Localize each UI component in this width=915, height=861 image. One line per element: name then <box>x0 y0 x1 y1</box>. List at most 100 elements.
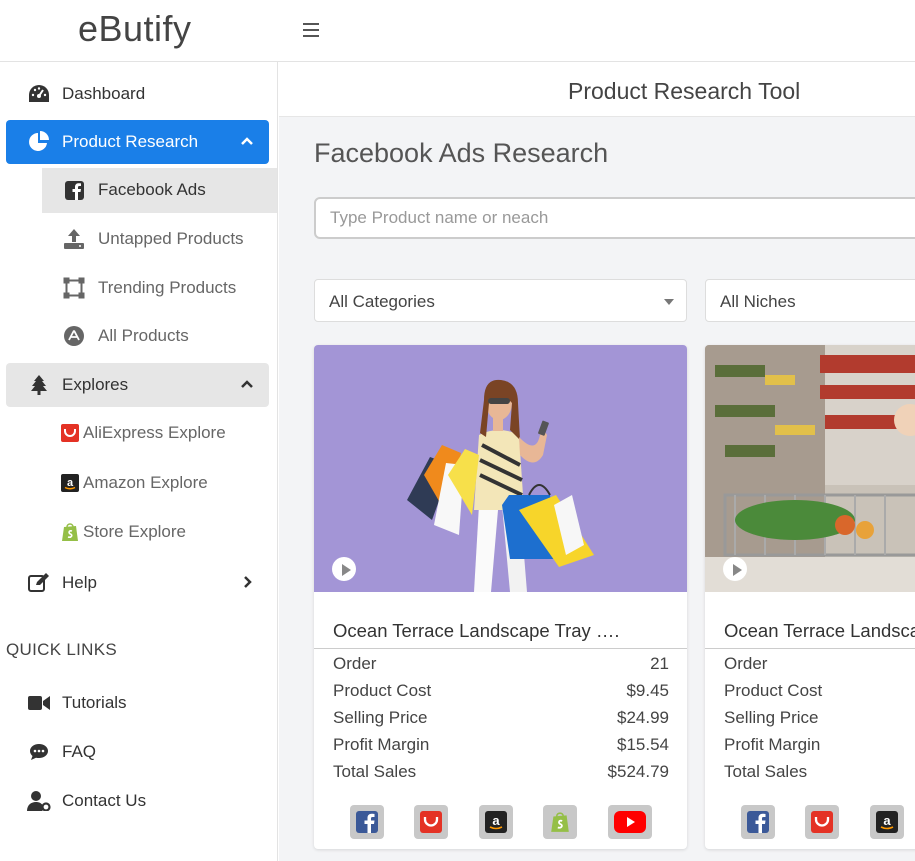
stat-row-order: Order <box>724 654 915 674</box>
stat-row-profit-margin: Profit Margin $15.54 <box>333 735 669 755</box>
stat-value: $24.99 <box>617 708 669 727</box>
divider <box>314 648 687 649</box>
aliexpress-link-icon[interactable] <box>805 805 839 839</box>
sidebar-item-explores[interactable]: Explores <box>6 363 269 407</box>
stat-label: Product Cost <box>724 681 823 700</box>
aliexpress-icon <box>59 422 81 444</box>
aliexpress-link-icon[interactable] <box>414 805 448 839</box>
stat-label: Total Sales <box>724 762 808 781</box>
stat-value: $524.79 <box>607 762 669 781</box>
sidebar-item-label: Untapped Products <box>98 229 244 248</box>
stat-row-profit-margin: Profit Margin <box>724 735 915 755</box>
source-links: a <box>705 805 915 841</box>
quick-links-heading: QUICK LINKS <box>6 640 117 659</box>
top-bar: eButify <box>0 0 915 62</box>
sidebar-item-amazon-explore[interactable]: a Amazon Explore <box>42 461 277 506</box>
edit-icon <box>27 571 51 595</box>
stat-row-selling-price: Selling Price <box>724 708 915 728</box>
divider <box>705 648 915 649</box>
stat-value: 21 <box>650 654 669 673</box>
quick-link-tutorials[interactable]: Tutorials <box>6 681 269 725</box>
sidebar: Dashboard Product Research Facebook Ads … <box>0 62 278 861</box>
quick-link-faq[interactable]: FAQ <box>6 730 269 774</box>
stat-label: Order <box>724 654 768 673</box>
niche-select-value: All Niches <box>720 292 796 311</box>
menu-toggle-icon[interactable] <box>303 20 323 40</box>
play-video-icon[interactable] <box>332 557 356 581</box>
category-select-value: All Categories <box>329 292 435 311</box>
chevron-up-icon[interactable] <box>239 376 255 392</box>
stat-label: Profit Margin <box>333 735 430 754</box>
upload-icon <box>63 228 85 250</box>
facebook-link-icon[interactable] <box>741 805 775 839</box>
quick-link-label: Contact Us <box>62 791 147 810</box>
product-card[interactable]: Ocean Terrace Landscape Tray …. Order Pr… <box>705 345 915 849</box>
sidebar-item-label: Facebook Ads <box>98 180 206 199</box>
product-title[interactable]: Ocean Terrace Landscape Tray …. <box>333 620 620 642</box>
stat-label: Order <box>333 654 377 673</box>
tree-icon <box>27 373 51 397</box>
chevron-right-icon[interactable] <box>239 574 255 590</box>
dashboard-icon <box>27 82 51 106</box>
brand-logo[interactable]: eButify <box>78 8 192 50</box>
sidebar-item-aliexpress-explore[interactable]: AliExpress Explore <box>42 411 277 456</box>
svg-text:a: a <box>492 813 500 828</box>
niche-select[interactable]: All Niches <box>705 279 915 322</box>
sidebar-item-label: Dashboard <box>62 84 146 103</box>
product-image[interactable] <box>314 345 687 592</box>
stat-label: Product Cost <box>333 681 432 700</box>
product-card[interactable]: Ocean Terrace Landscape Tray …. Order 21… <box>314 345 687 849</box>
chat-bubble-icon <box>27 740 51 764</box>
amazon-link-icon[interactable]: a <box>479 805 513 839</box>
sidebar-item-label: Trending Products <box>98 278 237 297</box>
page-title: Product Research Tool <box>568 78 801 104</box>
section-title: Facebook Ads Research <box>314 138 609 168</box>
sidebar-item-label: Amazon Explore <box>83 473 208 492</box>
facebook-link-icon[interactable] <box>350 805 384 839</box>
amazon-icon: a <box>59 472 81 494</box>
shopify-link-icon[interactable] <box>543 805 577 839</box>
sidebar-item-label: Product Research <box>62 132 199 151</box>
product-image[interactable] <box>705 345 915 592</box>
stat-row-product-cost: Product Cost <box>724 681 915 701</box>
category-select[interactable]: All Categories <box>314 279 687 322</box>
source-links: a <box>314 805 687 841</box>
sidebar-item-dashboard[interactable]: Dashboard <box>6 72 269 116</box>
stat-row-order: Order 21 <box>333 654 669 674</box>
main-content: Product Research Tool Facebook Ads Resea… <box>279 62 915 861</box>
play-video-icon[interactable] <box>723 557 747 581</box>
chevron-up-icon[interactable] <box>239 133 255 149</box>
vector-square-icon <box>63 277 85 299</box>
app-store-icon <box>63 325 85 347</box>
svg-text:a: a <box>67 477 74 489</box>
product-title[interactable]: Ocean Terrace Landscape Tray …. <box>724 620 915 642</box>
quick-link-label: FAQ <box>62 742 97 761</box>
stat-row-selling-price: Selling Price $24.99 <box>333 708 669 728</box>
sidebar-item-facebook-ads[interactable]: Facebook Ads <box>42 168 277 213</box>
sidebar-item-label: Help <box>62 573 97 592</box>
video-camera-icon <box>27 691 51 715</box>
sidebar-item-trending-products[interactable]: Trending Products <box>42 266 277 311</box>
stat-label: Profit Margin <box>724 735 821 754</box>
sidebar-item-product-research[interactable]: Product Research <box>6 120 269 164</box>
quick-link-contact[interactable]: Contact Us <box>6 779 269 823</box>
search-input[interactable] <box>314 197 915 239</box>
sidebar-item-store-explore[interactable]: Store Explore <box>42 510 277 555</box>
sidebar-item-all-products[interactable]: All Products <box>42 314 277 359</box>
stat-label: Selling Price <box>333 708 428 727</box>
quick-link-label: Tutorials <box>62 693 127 712</box>
sidebar-item-label: All Products <box>98 326 189 345</box>
stat-row-total-sales: Total Sales $524.79 <box>333 762 669 782</box>
sidebar-item-help[interactable]: Help <box>6 561 269 605</box>
stat-value: $15.54 <box>617 735 669 754</box>
sidebar-item-label: Explores <box>62 375 129 394</box>
user-settings-icon <box>27 789 51 813</box>
sidebar-item-label: AliExpress Explore <box>83 423 226 442</box>
youtube-link-icon[interactable] <box>608 805 652 839</box>
amazon-link-icon[interactable]: a <box>870 805 904 839</box>
svg-text:a: a <box>883 813 891 828</box>
stat-row-product-cost: Product Cost $9.45 <box>333 681 669 701</box>
stat-value: $9.45 <box>626 681 669 700</box>
pie-chart-icon <box>27 130 51 154</box>
sidebar-item-untapped-products[interactable]: Untapped Products <box>42 217 277 262</box>
